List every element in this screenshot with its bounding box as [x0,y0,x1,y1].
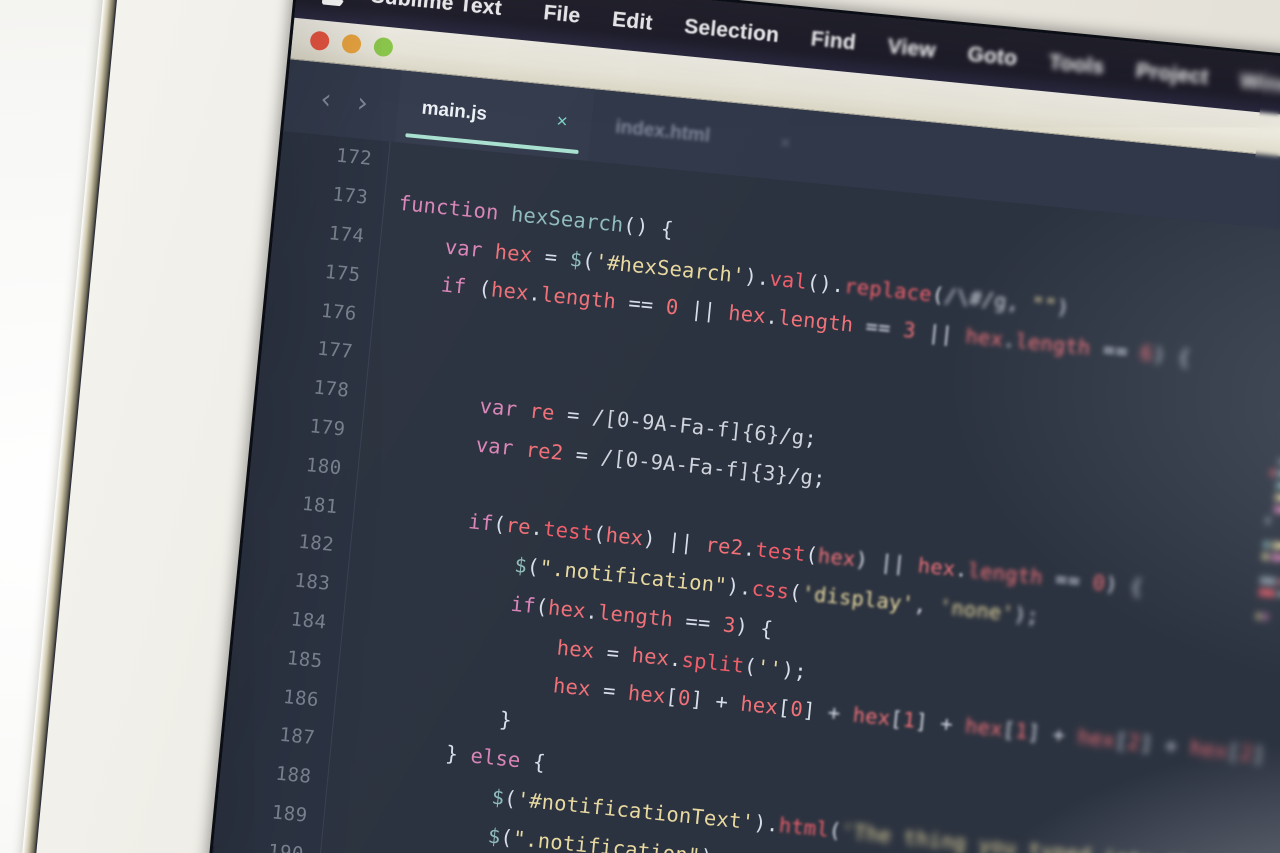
line-number: 185 [285,646,324,673]
line-number: 189 [270,801,309,827]
minimap-token [1275,481,1280,493]
line-number: 172 [335,144,373,171]
code-content[interactable]: function hexSearch() { var hex = $('#hex… [309,142,1280,853]
menu-item-window[interactable]: Window [1223,68,1280,103]
menu-item-view[interactable]: View [871,33,953,65]
line-number: 187 [278,724,317,750]
line-number: 177 [316,337,355,364]
line-number: 186 [282,685,320,711]
menu-item-find[interactable]: Find [794,26,873,57]
line-number: 181 [301,492,339,518]
minimap-token [1263,613,1269,621]
minimap-token [1258,588,1275,598]
line-number: 176 [320,299,358,325]
laptop-screen: Sublime Text File Edit Selection Find Vi… [201,0,1280,853]
apple-logo-icon[interactable] [321,0,346,7]
line-number: 182 [297,531,336,557]
minimap-token [1270,469,1276,477]
menu-item-edit[interactable]: Edit [595,6,669,37]
line-number: 173 [331,183,370,209]
tab-close-icon[interactable]: × [779,133,792,156]
menu-item-file[interactable]: File [526,0,597,30]
tab-label: index.html [614,116,712,147]
minimap-token [1263,540,1270,549]
menu-app-name[interactable]: Sublime Text [370,0,529,23]
minimap-token [1273,505,1280,514]
close-window-button[interactable] [309,30,331,52]
line-number: 178 [312,376,351,402]
tab-nav-arrows: ‹ › [285,82,399,120]
nav-forward-icon[interactable]: › [356,87,370,119]
menu-item-selection[interactable]: Selection [667,13,796,49]
nav-back-icon[interactable]: ‹ [319,83,333,115]
minimap-token [1256,612,1262,620]
line-number: 190 [267,839,305,853]
tab-close-icon[interactable]: × [555,111,569,134]
minimap-token [1271,553,1280,562]
maximize-window-button[interactable] [373,36,394,58]
line-number: 175 [323,260,362,287]
menu-item-tools[interactable]: Tools [1032,49,1121,81]
minimap-token [1274,493,1280,505]
tab-label: main.js [420,97,488,125]
minimap-token [1272,541,1280,550]
screenshot-stage: Sublime Text File Edit Selection Find Vi… [0,0,1280,853]
line-number: 174 [327,222,366,248]
menu-item-project[interactable]: Project [1119,58,1225,92]
minimap-token [1262,552,1269,561]
minimize-window-button[interactable] [341,33,362,55]
menu-item-goto[interactable]: Goto [950,41,1034,73]
minimap-row [1244,611,1280,635]
screen-surface: Sublime Text File Edit Selection Find Vi… [201,0,1280,853]
line-number: 183 [293,569,332,596]
minimap-token [1265,516,1271,525]
line-number: 188 [274,762,313,789]
line-number: 179 [308,415,347,441]
line-number: 180 [304,453,343,480]
code-editor[interactable]: 172 173 174 175 176 177 178 179 180 181 182 183 184 1… [201,131,1280,853]
line-number: 184 [289,608,328,634]
minimap-token [1260,576,1276,586]
